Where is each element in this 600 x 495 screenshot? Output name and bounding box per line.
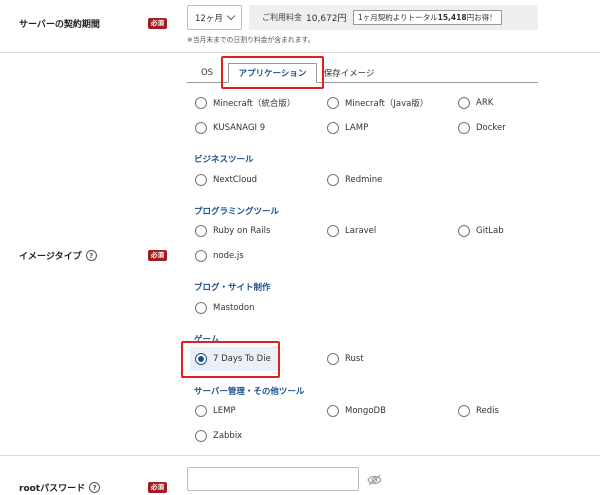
radio-button-selected[interactable] <box>195 353 207 365</box>
tab-os[interactable]: OS <box>192 63 222 83</box>
radio-button[interactable] <box>195 430 207 442</box>
contract-period-value: 12ヶ月 <box>195 13 223 24</box>
divider <box>0 455 600 456</box>
option-nextcloud[interactable]: NextCloud <box>195 174 257 186</box>
option-redis[interactable]: Redis <box>458 405 499 417</box>
radio-button[interactable] <box>195 250 207 262</box>
radio-button[interactable] <box>327 174 339 186</box>
radio-button[interactable] <box>327 405 339 417</box>
option-minecraft-java[interactable]: Minecraft（Java版） <box>327 97 428 109</box>
chevron-down-icon <box>226 11 236 21</box>
radio-button[interactable] <box>195 174 207 186</box>
option-7-days-to-die[interactable]: 7 Days To Die <box>190 347 279 371</box>
radio-button[interactable] <box>195 302 207 314</box>
root-password-label: rootパスワード ? <box>19 481 101 494</box>
option-ark[interactable]: ARK <box>458 97 493 109</box>
category-blog: ブログ・サイト制作 <box>194 283 271 293</box>
eye-slash-icon[interactable] <box>367 474 382 486</box>
option-ruby-on-rails[interactable]: Ruby on Rails <box>195 225 270 237</box>
option-lemp[interactable]: LEMP <box>195 405 236 417</box>
category-server-tools: サーバー管理・その他ツール <box>194 387 305 397</box>
contract-period-select[interactable]: 12ヶ月 <box>187 5 242 30</box>
required-badge-image-type: 必須 <box>148 250 167 261</box>
image-type-label: イメージタイプ ? <box>19 249 97 262</box>
option-mongodb[interactable]: MongoDB <box>327 405 386 417</box>
option-nodejs[interactable]: node.js <box>195 250 244 262</box>
radio-button[interactable] <box>458 97 470 109</box>
option-laravel[interactable]: Laravel <box>327 225 376 237</box>
required-badge-root-password: 必須 <box>148 482 167 493</box>
help-icon[interactable]: ? <box>89 482 101 493</box>
category-game: ゲーム <box>194 335 220 345</box>
tab-application[interactable]: アプリケーション <box>228 63 317 83</box>
option-docker[interactable]: Docker <box>458 122 506 134</box>
category-business: ビジネスツール <box>194 155 254 165</box>
discount-badge: 1ヶ月契約よりトータル 15,418 円お得！ <box>353 10 502 25</box>
option-lamp[interactable]: LAMP <box>327 122 368 134</box>
fee-value: 10,672円 <box>306 14 347 24</box>
radio-button[interactable] <box>327 225 339 237</box>
radio-button[interactable] <box>195 122 207 134</box>
radio-button[interactable] <box>195 97 207 109</box>
contract-period-label: サーバーの契約期間 <box>19 20 100 30</box>
fee-note: ※当月末までの日割り料金が含まれます。 <box>187 36 315 44</box>
option-zabbix[interactable]: Zabbix <box>195 430 242 442</box>
option-kusanagi[interactable]: KUSANAGI 9 <box>195 122 265 134</box>
radio-button[interactable] <box>458 225 470 237</box>
radio-button[interactable] <box>327 122 339 134</box>
fee-label: ご利用料金 <box>262 13 302 22</box>
required-badge-contract: 必須 <box>148 18 167 29</box>
option-gitlab[interactable]: GitLab <box>458 225 504 237</box>
radio-button[interactable] <box>195 405 207 417</box>
radio-button[interactable] <box>458 122 470 134</box>
root-password-input[interactable] <box>187 467 359 491</box>
radio-button[interactable] <box>327 97 339 109</box>
option-rust[interactable]: Rust <box>327 353 364 365</box>
radio-button[interactable] <box>327 353 339 365</box>
help-icon[interactable]: ? <box>85 250 97 261</box>
option-mastodon[interactable]: Mastodon <box>195 302 255 314</box>
option-redmine[interactable]: Redmine <box>327 174 382 186</box>
category-programming: プログラミングツール <box>194 207 280 217</box>
tab-saved-image[interactable]: 保存イメージ <box>321 63 377 83</box>
radio-button[interactable] <box>195 225 207 237</box>
divider <box>0 52 600 53</box>
radio-button[interactable] <box>458 405 470 417</box>
option-minecraft-bedrock[interactable]: Minecraft（統合版） <box>195 97 295 109</box>
